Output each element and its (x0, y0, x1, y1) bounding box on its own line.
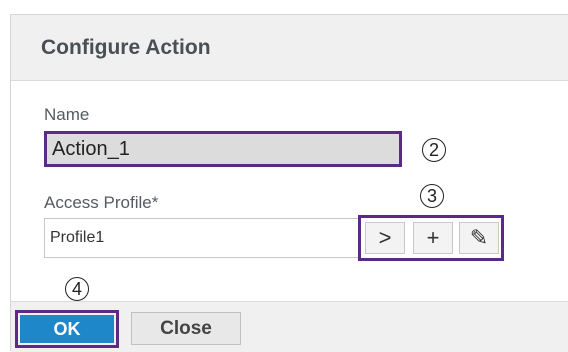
access-profile-label: Access Profile* (44, 193, 159, 212)
close-button[interactable]: Close (131, 312, 241, 345)
name-label: Name (44, 105, 90, 124)
select-profile-button[interactable]: > (365, 222, 405, 254)
callout-4: 4 (65, 277, 89, 301)
dialog-title-bar: Configure Action (11, 15, 568, 81)
add-profile-button[interactable]: + (413, 222, 453, 254)
callout-2: 2 (422, 138, 446, 162)
dialog-footer: OK Close (11, 301, 568, 352)
name-input[interactable]: Action_1 (44, 131, 402, 167)
chevron-right-icon: > (378, 225, 392, 250)
configure-action-dialog: Configure Action Name Action_1 Access Pr… (10, 14, 568, 352)
callout-3: 3 (420, 184, 444, 208)
pencil-icon: ✎ (469, 225, 489, 250)
dialog-title: Configure Action (41, 36, 211, 59)
plus-icon: + (426, 225, 440, 250)
ok-button-highlight: OK (15, 310, 119, 348)
ok-button[interactable]: OK (20, 315, 114, 343)
edit-profile-button[interactable]: ✎ (459, 222, 499, 254)
access-profile-select[interactable]: Profile1 (44, 218, 366, 258)
profile-button-group: > + ✎ (358, 215, 504, 261)
